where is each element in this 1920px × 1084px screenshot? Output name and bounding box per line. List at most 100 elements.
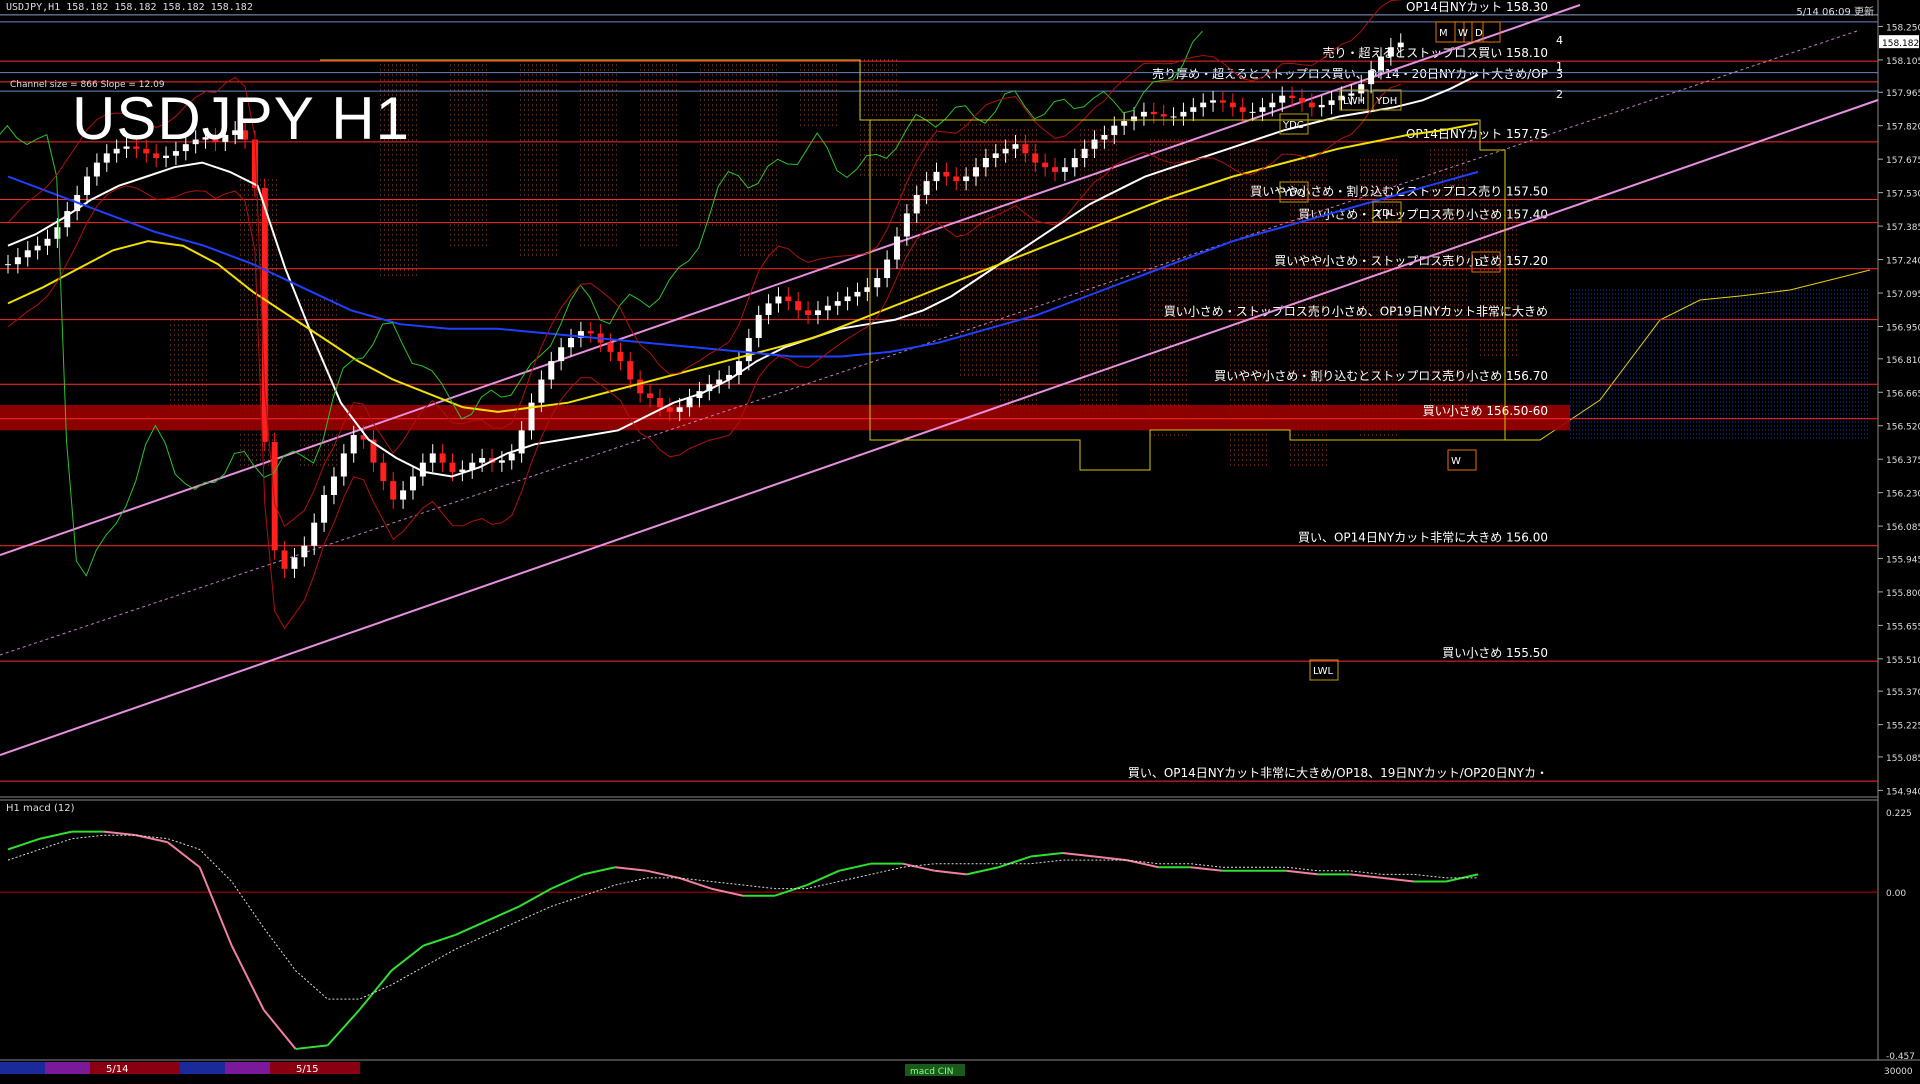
- candle-body: [93, 162, 100, 177]
- candle-body: [686, 398, 693, 408]
- price-tick-label: 157.095: [1886, 290, 1920, 300]
- price-tick-label: 155.510: [1886, 656, 1920, 666]
- candle-body: [785, 296, 792, 302]
- candle-body: [666, 407, 673, 412]
- candle-body: [1210, 100, 1217, 103]
- candle-body: [953, 176, 960, 182]
- candle-body: [400, 490, 407, 500]
- symbol-info: USDJPY,H1 158.182 158.182 158.182 158.18…: [6, 2, 253, 13]
- candle-body: [508, 453, 515, 461]
- candle-body: [498, 460, 505, 463]
- candle-body: [538, 379, 545, 403]
- channel-number-2: 3: [1556, 68, 1563, 81]
- box-label-6: M: [1439, 28, 1448, 39]
- candle-body: [163, 155, 170, 159]
- candle-body: [1160, 114, 1167, 117]
- candle-body: [627, 361, 634, 380]
- candle-body: [1269, 102, 1276, 108]
- day-strip-seg: [45, 1062, 90, 1074]
- candle-body: [864, 287, 871, 292]
- candle-body: [1022, 144, 1029, 154]
- chart-svg: OP14日NYカット 158.30 売り・超えるとストップロス買い 158.10 売…: [0, 0, 1920, 1080]
- level-label-7: 買い小さめ・ストップロス売り小さめ、OP19日NYカット非常に大きめ: [1164, 304, 1548, 319]
- candle-body: [903, 213, 910, 237]
- candle-body: [1190, 107, 1197, 112]
- price-tick-label: 155.370: [1886, 688, 1920, 698]
- candle-body: [805, 310, 812, 315]
- candle-body: [380, 462, 387, 482]
- candle-body: [1091, 139, 1098, 149]
- price-tick-label: 156.665: [1886, 389, 1920, 399]
- price-tick-label: 155.085: [1886, 754, 1920, 764]
- candle-body: [321, 494, 328, 523]
- candle-body: [1052, 167, 1059, 172]
- level-label-0: OP14日NYカット 158.30: [1406, 0, 1548, 14]
- candle-body: [1101, 134, 1108, 140]
- zone-band: [0, 404, 1570, 431]
- candle-body: [1071, 158, 1078, 168]
- price-tick-label: 155.800: [1886, 589, 1920, 599]
- box-label-7: W: [1458, 28, 1468, 39]
- candle-body: [1259, 107, 1266, 112]
- price-tick-label: 157.675: [1886, 156, 1920, 166]
- candle-body: [884, 259, 891, 279]
- candle-body: [992, 153, 999, 159]
- candle-body: [409, 476, 416, 491]
- candle-body: [1121, 121, 1128, 126]
- price-tick-label: 158.250: [1886, 23, 1920, 33]
- candle-body: [933, 171, 940, 182]
- candle-body: [637, 379, 644, 394]
- candle-body: [44, 238, 51, 246]
- candle-body: [34, 245, 41, 251]
- candle-body: [913, 194, 920, 214]
- candle-body: [1318, 104, 1325, 108]
- candle-body: [893, 236, 900, 260]
- candle-body: [587, 331, 594, 334]
- price-tick-label: 156.520: [1886, 423, 1920, 433]
- level-label-6: 買いやや小さめ・ストップロス売り小さめ 157.20: [1274, 253, 1548, 268]
- price-tick-label: 154.940: [1886, 787, 1920, 797]
- day-strip-seg: [135, 1062, 180, 1074]
- candle-body: [261, 188, 268, 442]
- candle-body: [449, 462, 456, 472]
- price-tick-label: 156.810: [1886, 356, 1920, 366]
- level-label-2: 売り厚め・超えるとストップロス買い、OP14・20日NYカット大きめ/OP: [1152, 66, 1548, 81]
- day-strip-seg: [180, 1062, 225, 1074]
- candle-body: [1002, 148, 1009, 154]
- day-strip-seg: [225, 1062, 270, 1074]
- channel-number-3: 2: [1556, 88, 1563, 101]
- box-label-1: YDO: [1282, 188, 1305, 199]
- candle-body: [1111, 125, 1118, 135]
- box-label-10: W: [1451, 456, 1461, 467]
- candle-body: [1229, 102, 1236, 108]
- candle-body: [311, 522, 318, 546]
- candle-body: [834, 301, 841, 306]
- candle-body: [844, 296, 851, 302]
- candle-body: [271, 441, 278, 551]
- price-tick-label: 155.225: [1886, 722, 1920, 732]
- candle-body: [814, 310, 821, 315]
- level-label-9: 買い小さめ 156.50-60: [1423, 404, 1548, 418]
- candle-body: [854, 291, 861, 297]
- candle-body: [54, 227, 61, 239]
- candle-body: [1279, 95, 1286, 103]
- candle-body: [568, 338, 575, 348]
- candle-body: [1150, 111, 1157, 115]
- price-tick-label: 156.950: [1886, 323, 1920, 333]
- day-strip-seg: [0, 1062, 45, 1074]
- level-label-1: 売り・超えるとストップロス買い 158.10: [1323, 45, 1548, 60]
- candle-body: [1219, 100, 1226, 103]
- bottom-tab-label: macd CIN: [910, 1067, 953, 1077]
- day-strip-seg: [315, 1062, 360, 1074]
- price-tick-label: 155.655: [1886, 622, 1920, 632]
- box-label-2: LWH: [1343, 96, 1365, 107]
- candle-body: [291, 557, 298, 569]
- candle-body: [1397, 42, 1404, 48]
- candle-body: [1012, 144, 1019, 149]
- candle-body: [775, 296, 782, 304]
- candle-body: [1239, 107, 1246, 112]
- level-label-11: 買い小さめ 155.50: [1442, 646, 1548, 660]
- price-tick-label: 155.945: [1886, 555, 1920, 565]
- price-tick-label: 157.820: [1886, 123, 1920, 133]
- candle-body: [617, 351, 624, 362]
